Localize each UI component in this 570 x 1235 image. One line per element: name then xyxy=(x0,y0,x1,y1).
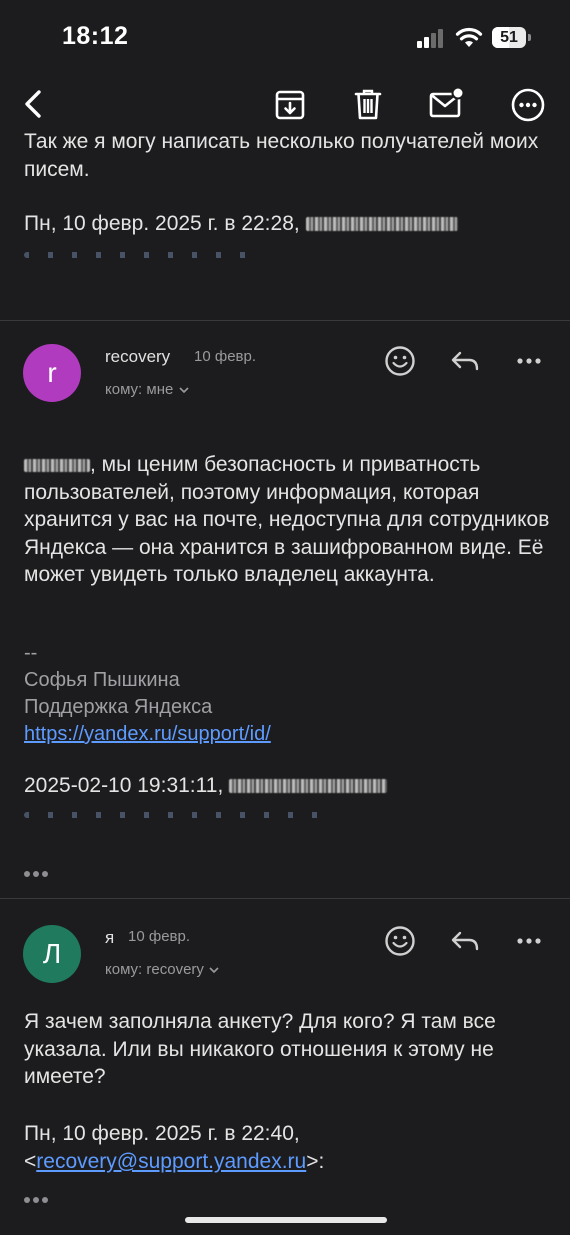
message-date: 10 февр. xyxy=(128,928,191,945)
message-body-text: , мы ценим безопасность и приватность по… xyxy=(24,453,550,586)
quote-date: 2025-02-10 19:31:11, xyxy=(24,774,224,797)
more-horizontal-icon xyxy=(517,938,541,944)
more-icon xyxy=(511,88,545,122)
cellular-signal-icon xyxy=(417,28,447,48)
redacted-text xyxy=(305,217,458,232)
quote-close: >: xyxy=(306,1150,325,1173)
sender-name[interactable]: я xyxy=(105,928,114,948)
mail-toolbar xyxy=(0,78,570,128)
signature-team: Поддержка Яндекса xyxy=(24,696,213,718)
recipients-toggle[interactable]: кому: recovery xyxy=(105,961,220,978)
delete-button[interactable] xyxy=(348,84,388,124)
previous-message-date-text: Пн, 10 февр. 2025 г. в 22:28, xyxy=(24,212,300,235)
previous-message-date: Пн, 10 февр. 2025 г. в 22:28, xyxy=(24,212,458,236)
recipients-label: кому: recovery xyxy=(105,961,204,978)
message-divider xyxy=(0,320,570,321)
message-divider xyxy=(0,898,570,899)
back-button[interactable] xyxy=(14,84,54,124)
message-body: , мы ценим безопасность и приватность по… xyxy=(24,451,550,589)
reply-icon xyxy=(451,351,479,371)
signature-name: Софья Пышкина xyxy=(24,669,180,691)
avatar[interactable]: Л xyxy=(23,925,81,983)
signature-dash: -- xyxy=(24,642,38,664)
quote-date: Пн, 10 февр. 2025 г. в 22:40, xyxy=(24,1122,300,1145)
recipients-toggle[interactable]: кому: мне xyxy=(105,381,190,398)
message-more-button[interactable] xyxy=(512,344,546,378)
archive-button[interactable] xyxy=(270,84,310,124)
support-link[interactable]: https://yandex.ru/support/id/ xyxy=(24,723,271,745)
quote-open: < xyxy=(24,1150,37,1173)
previous-message-body: Так же я могу написать несколько получат… xyxy=(24,130,539,181)
status-time: 18:12 xyxy=(62,22,129,50)
emoji-smile-icon xyxy=(385,346,415,376)
reply-button[interactable] xyxy=(448,924,482,958)
trash-icon xyxy=(354,89,382,120)
battery-percent: 51 xyxy=(500,29,518,46)
redacted-text xyxy=(229,779,388,794)
react-button[interactable] xyxy=(383,344,417,378)
home-indicator xyxy=(185,1217,387,1223)
more-horizontal-icon xyxy=(517,358,541,364)
archive-icon xyxy=(275,90,305,120)
recipients-label: кому: мне xyxy=(105,381,174,398)
reply-icon xyxy=(451,931,479,951)
show-quoted-button[interactable] xyxy=(24,868,54,880)
redacted-line xyxy=(24,812,324,818)
message-body: Я зачем заполняла анкету? Для кого? Я та… xyxy=(24,1010,496,1088)
more-options-button[interactable] xyxy=(508,84,548,124)
avatar[interactable]: r xyxy=(23,344,81,402)
redacted-line xyxy=(24,252,264,258)
show-quoted-button[interactable] xyxy=(24,1194,54,1206)
quote-sender: <recovery@support.yandex.ru>: xyxy=(24,1148,324,1176)
status-bar: 18:12 51 xyxy=(0,0,570,78)
chevron-down-icon xyxy=(208,961,220,978)
message-date: 10 февр. xyxy=(194,348,257,365)
sender-name[interactable]: recovery xyxy=(105,347,170,367)
quote-header: 2025-02-10 19:31:11, xyxy=(24,772,388,800)
mail-unread-icon xyxy=(429,86,465,118)
mark-unread-button[interactable] xyxy=(426,84,466,124)
battery-icon: 51 xyxy=(492,27,532,48)
mail-thread-screen: 18:12 51 Так же я могу написать нескольк… xyxy=(0,0,570,1235)
chevron-down-icon xyxy=(178,381,190,398)
chevron-left-icon xyxy=(25,90,41,118)
quote-header: Пн, 10 февр. 2025 г. в 22:40, xyxy=(24,1120,300,1148)
quote-email-link[interactable]: recovery@support.yandex.ru xyxy=(36,1150,306,1173)
reply-button[interactable] xyxy=(448,344,482,378)
react-button[interactable] xyxy=(383,924,417,958)
emoji-smile-icon xyxy=(385,926,415,956)
signature-link-row: https://yandex.ru/support/id/ xyxy=(24,721,271,749)
redacted-name xyxy=(24,458,90,472)
wifi-icon xyxy=(455,26,483,48)
message-more-button[interactable] xyxy=(512,924,546,958)
